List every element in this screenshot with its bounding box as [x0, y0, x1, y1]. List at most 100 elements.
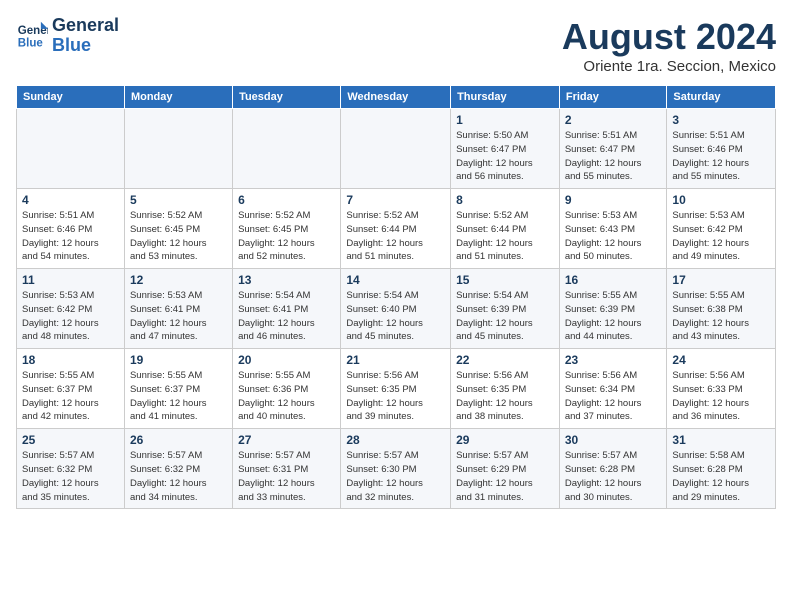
day-header-tuesday: Tuesday	[233, 86, 341, 109]
day-number: 29	[456, 433, 554, 447]
calendar-cell: 25 Sunrise: 5:57 AM Sunset: 6:32 PM Dayli…	[17, 429, 125, 509]
day-number: 10	[672, 193, 770, 207]
day-number: 24	[672, 353, 770, 367]
day-detail: Sunrise: 5:54 AM Sunset: 6:40 PM Dayligh…	[346, 289, 445, 344]
calendar-week-row: 25 Sunrise: 5:57 AM Sunset: 6:32 PM Dayli…	[17, 429, 776, 509]
day-number: 2	[565, 113, 662, 127]
day-detail: Sunrise: 5:54 AM Sunset: 6:41 PM Dayligh…	[238, 289, 335, 344]
day-number: 13	[238, 273, 335, 287]
day-header-sunday: Sunday	[17, 86, 125, 109]
calendar-cell: 29 Sunrise: 5:57 AM Sunset: 6:29 PM Dayli…	[451, 429, 560, 509]
calendar-table: SundayMondayTuesdayWednesdayThursdayFrid…	[16, 85, 776, 509]
calendar-cell: 27Sunrise: 5:57 AM Sunset: 6:31 PM Dayli…	[233, 429, 341, 509]
calendar-cell: 15Sunrise: 5:54 AM Sunset: 6:39 PM Dayli…	[451, 269, 560, 349]
day-number: 8	[456, 193, 554, 207]
day-detail: Sunrise: 5:54 AM Sunset: 6:39 PM Dayligh…	[456, 289, 554, 344]
day-detail: Sunrise: 5:55 AM Sunset: 6:36 PM Dayligh…	[238, 369, 335, 424]
day-number: 17	[672, 273, 770, 287]
day-detail: Sunrise: 5:53 AM Sunset: 6:41 PM Dayligh…	[130, 289, 227, 344]
day-number: 1	[456, 113, 554, 127]
calendar-cell: 19 Sunrise: 5:55 AM Sunset: 6:37 PM Dayli…	[124, 349, 232, 429]
day-detail: Sunrise: 5:56 AM Sunset: 6:35 PM Dayligh…	[346, 369, 445, 424]
day-number: 6	[238, 193, 335, 207]
day-detail: Sunrise: 5:56 AM Sunset: 6:35 PM Dayligh…	[456, 369, 554, 424]
day-detail: Sunrise: 5:57 AM Sunset: 6:30 PM Dayligh…	[346, 449, 445, 504]
day-number: 11	[22, 273, 119, 287]
logo-text-blue: Blue	[52, 36, 119, 56]
day-detail: Sunrise: 5:52 AM Sunset: 6:44 PM Dayligh…	[346, 209, 445, 264]
day-number: 9	[565, 193, 662, 207]
calendar-cell: 28 Sunrise: 5:57 AM Sunset: 6:30 PM Dayli…	[341, 429, 451, 509]
calendar-cell: 4 Sunrise: 5:51 AM Sunset: 6:46 PM Daylig…	[17, 189, 125, 269]
day-header-monday: Monday	[124, 86, 232, 109]
logo-text-general: General	[52, 16, 119, 36]
day-number: 20	[238, 353, 335, 367]
day-number: 14	[346, 273, 445, 287]
logo-icon: General Blue	[16, 20, 48, 52]
calendar-cell: 30 Sunrise: 5:57 AM Sunset: 6:28 PM Dayli…	[559, 429, 667, 509]
day-detail: Sunrise: 5:52 AM Sunset: 6:45 PM Dayligh…	[130, 209, 227, 264]
day-detail: Sunrise: 5:55 AM Sunset: 6:39 PM Dayligh…	[565, 289, 662, 344]
day-header-thursday: Thursday	[451, 86, 560, 109]
day-detail: Sunrise: 5:52 AM Sunset: 6:44 PM Dayligh…	[456, 209, 554, 264]
svg-text:Blue: Blue	[18, 37, 44, 49]
calendar-cell: 13 Sunrise: 5:54 AM Sunset: 6:41 PM Dayli…	[233, 269, 341, 349]
day-detail: Sunrise: 5:52 AM Sunset: 6:45 PM Dayligh…	[238, 209, 335, 264]
calendar-cell: 5 Sunrise: 5:52 AM Sunset: 6:45 PM Daylig…	[124, 189, 232, 269]
calendar-cell: 24Sunrise: 5:56 AM Sunset: 6:33 PM Dayli…	[667, 349, 776, 429]
day-detail: Sunrise: 5:57 AM Sunset: 6:29 PM Dayligh…	[456, 449, 554, 504]
day-number: 5	[130, 193, 227, 207]
calendar-week-row: 4 Sunrise: 5:51 AM Sunset: 6:46 PM Daylig…	[17, 189, 776, 269]
calendar-cell: 20 Sunrise: 5:55 AM Sunset: 6:36 PM Dayli…	[233, 349, 341, 429]
day-number: 22	[456, 353, 554, 367]
calendar-week-row: 18 Sunrise: 5:55 AM Sunset: 6:37 PM Dayli…	[17, 349, 776, 429]
calendar-cell	[341, 109, 451, 189]
calendar-cell: 8 Sunrise: 5:52 AM Sunset: 6:44 PM Daylig…	[451, 189, 560, 269]
day-number: 25	[22, 433, 119, 447]
page-header: General Blue General Blue August 2024 Or…	[16, 16, 776, 75]
calendar-cell: 10 Sunrise: 5:53 AM Sunset: 6:42 PM Dayli…	[667, 189, 776, 269]
day-number: 18	[22, 353, 119, 367]
day-number: 28	[346, 433, 445, 447]
title-area: August 2024 Oriente 1ra. Seccion, Mexico	[562, 16, 776, 75]
calendar-cell: 22 Sunrise: 5:56 AM Sunset: 6:35 PM Dayli…	[451, 349, 560, 429]
calendar-cell	[233, 109, 341, 189]
day-detail: Sunrise: 5:55 AM Sunset: 6:38 PM Dayligh…	[672, 289, 770, 344]
calendar-cell: 11Sunrise: 5:53 AM Sunset: 6:42 PM Dayli…	[17, 269, 125, 349]
day-number: 19	[130, 353, 227, 367]
day-detail: Sunrise: 5:57 AM Sunset: 6:32 PM Dayligh…	[22, 449, 119, 504]
calendar-cell: 3Sunrise: 5:51 AM Sunset: 6:46 PM Daylig…	[667, 109, 776, 189]
location-subtitle: Oriente 1ra. Seccion, Mexico	[562, 58, 776, 75]
calendar-cell: 1 Sunrise: 5:50 AM Sunset: 6:47 PM Daylig…	[451, 109, 560, 189]
day-detail: Sunrise: 5:56 AM Sunset: 6:34 PM Dayligh…	[565, 369, 662, 424]
calendar-cell	[17, 109, 125, 189]
day-header-wednesday: Wednesday	[341, 86, 451, 109]
day-number: 31	[672, 433, 770, 447]
day-number: 4	[22, 193, 119, 207]
calendar-week-row: 1 Sunrise: 5:50 AM Sunset: 6:47 PM Daylig…	[17, 109, 776, 189]
day-header-friday: Friday	[559, 86, 667, 109]
day-detail: Sunrise: 5:57 AM Sunset: 6:32 PM Dayligh…	[130, 449, 227, 504]
day-number: 30	[565, 433, 662, 447]
day-detail: Sunrise: 5:55 AM Sunset: 6:37 PM Dayligh…	[130, 369, 227, 424]
day-detail: Sunrise: 5:57 AM Sunset: 6:28 PM Dayligh…	[565, 449, 662, 504]
calendar-cell: 16Sunrise: 5:55 AM Sunset: 6:39 PM Dayli…	[559, 269, 667, 349]
day-number: 7	[346, 193, 445, 207]
day-header-saturday: Saturday	[667, 86, 776, 109]
day-detail: Sunrise: 5:50 AM Sunset: 6:47 PM Dayligh…	[456, 129, 554, 184]
day-detail: Sunrise: 5:51 AM Sunset: 6:46 PM Dayligh…	[22, 209, 119, 264]
day-detail: Sunrise: 5:53 AM Sunset: 6:42 PM Dayligh…	[672, 209, 770, 264]
calendar-cell: 21Sunrise: 5:56 AM Sunset: 6:35 PM Dayli…	[341, 349, 451, 429]
calendar-cell: 23 Sunrise: 5:56 AM Sunset: 6:34 PM Dayli…	[559, 349, 667, 429]
calendar-cell: 7 Sunrise: 5:52 AM Sunset: 6:44 PM Daylig…	[341, 189, 451, 269]
day-number: 27	[238, 433, 335, 447]
calendar-cell: 12 Sunrise: 5:53 AM Sunset: 6:41 PM Dayli…	[124, 269, 232, 349]
calendar-header-row: SundayMondayTuesdayWednesdayThursdayFrid…	[17, 86, 776, 109]
day-number: 12	[130, 273, 227, 287]
calendar-cell: 14 Sunrise: 5:54 AM Sunset: 6:40 PM Dayli…	[341, 269, 451, 349]
day-number: 3	[672, 113, 770, 127]
calendar-cell: 26 Sunrise: 5:57 AM Sunset: 6:32 PM Dayli…	[124, 429, 232, 509]
calendar-cell: 31Sunrise: 5:58 AM Sunset: 6:28 PM Dayli…	[667, 429, 776, 509]
day-number: 23	[565, 353, 662, 367]
day-number: 26	[130, 433, 227, 447]
